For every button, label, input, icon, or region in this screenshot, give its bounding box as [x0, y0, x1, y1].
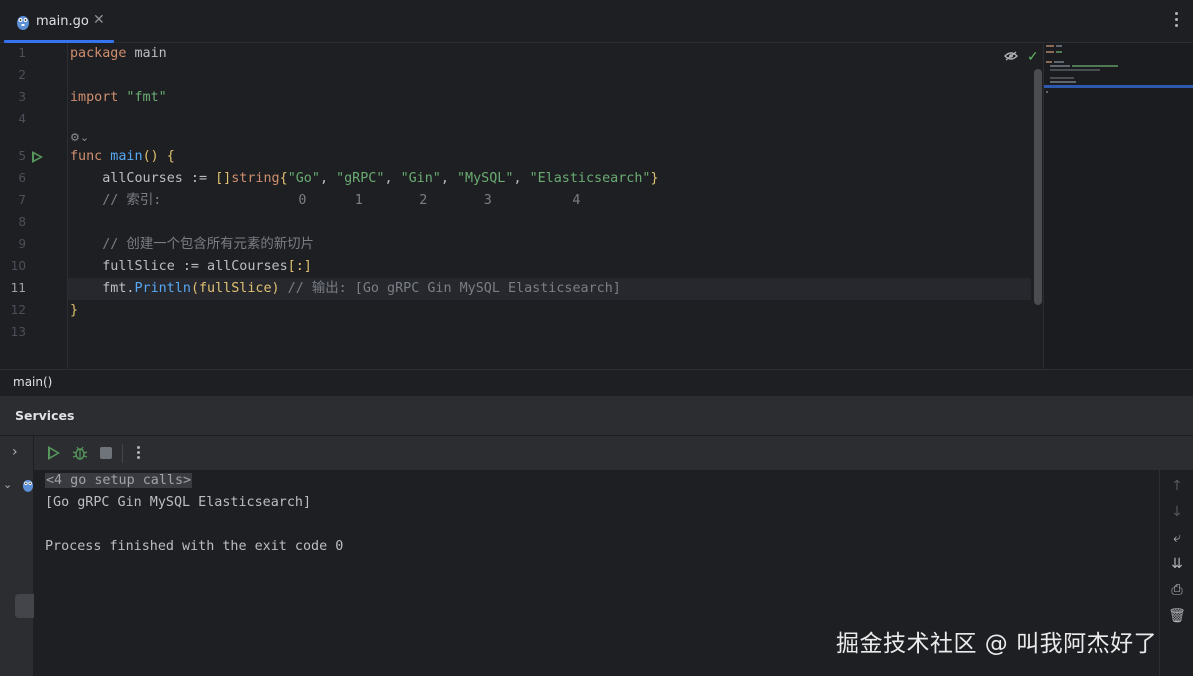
code-line: allCourses := []string{"Go", "gRPC", "Gi…	[70, 171, 659, 186]
close-icon[interactable]: ✕	[93, 12, 105, 28]
more-vertical-icon[interactable]	[1175, 12, 1179, 30]
stop-icon[interactable]	[100, 447, 112, 459]
line-number: 7	[18, 193, 26, 207]
line-number: 6	[18, 171, 26, 185]
code-line: fullSlice := allCourses[:]	[70, 259, 312, 274]
trash-icon[interactable]: 🗑	[1160, 608, 1193, 624]
scroll-to-end-icon[interactable]: ⇊	[1160, 556, 1193, 572]
tab-main-go[interactable]: main.go ✕	[4, 0, 114, 43]
services-toolbar: ›	[0, 435, 1193, 471]
services-title: Services	[15, 408, 75, 423]
arrow-up-icon[interactable]: ↑	[1160, 478, 1193, 494]
print-icon[interactable]: ⎙	[1160, 582, 1193, 598]
arrow-down-icon[interactable]: ↓	[1160, 504, 1193, 520]
line-number: 10	[10, 259, 26, 273]
line-number: 1	[18, 46, 26, 60]
console-exit-line: Process finished with the exit code 0	[45, 539, 344, 554]
code-line: package main	[70, 46, 167, 61]
vertical-scrollbar[interactable]	[1034, 69, 1042, 305]
soft-wrap-icon[interactable]: ⤶	[1160, 530, 1193, 546]
line-number: 13	[10, 325, 26, 339]
tree-selected-item[interactable]	[15, 594, 34, 618]
code-editor[interactable]: 1 2 3 4 5 6 7 8 9 10 11 12 13 ⚙⌄ package…	[0, 43, 1193, 369]
console-line[interactable]: <4 go setup calls>	[45, 470, 193, 492]
more-vertical-icon[interactable]	[137, 446, 141, 462]
breadcrumb-item-main[interactable]: main()	[13, 375, 52, 389]
chevron-down-icon[interactable]: ⌄	[3, 478, 12, 491]
minimap[interactable]	[1043, 43, 1193, 369]
console-output-line: [Go gRPC Gin MySQL Elasticsearch]	[45, 495, 312, 510]
editor-tab-bar: main.go ✕	[0, 0, 1193, 43]
line-number: 9	[18, 237, 26, 251]
services-panel-header: Services	[0, 395, 1193, 435]
code-line: }	[70, 303, 79, 318]
run-icon[interactable]	[48, 446, 60, 460]
console-side-toolbar: ↑ ↓ ⤶ ⇊ ⎙ 🗑	[1159, 470, 1193, 676]
services-tree[interactable]: ⌄	[0, 470, 34, 676]
debug-icon[interactable]	[72, 445, 88, 461]
watermark-text: 掘金技术社区 @ 叫我阿杰好了	[836, 631, 1158, 657]
line-number: 12	[10, 303, 26, 317]
divider	[122, 444, 123, 463]
breadcrumb[interactable]: main()	[0, 369, 1193, 395]
code-comment: // 索引: 0 1 2 3 4	[70, 193, 581, 208]
code-line: func main() {	[70, 149, 175, 164]
code-comment: // 创建一个包含所有元素的新切片	[70, 237, 314, 252]
gopher-icon	[17, 16, 29, 30]
line-number: 3	[18, 90, 26, 104]
line-number-current: 11	[10, 281, 26, 295]
minimap-viewport-highlight	[1044, 85, 1193, 88]
reader-mode-icon[interactable]	[1004, 51, 1018, 61]
line-number: 4	[18, 112, 26, 126]
line-number: 5	[18, 149, 26, 163]
code-area[interactable]: package main import "fmt" func main() { …	[70, 43, 1032, 369]
line-number: 8	[18, 215, 26, 229]
expand-icon[interactable]: ›	[12, 444, 18, 460]
gopher-icon	[22, 479, 34, 492]
code-line-current: fmt.Println(fullSlice) // 输出: [Go gRPC G…	[70, 281, 621, 296]
code-line: import "fmt"	[70, 90, 167, 105]
check-icon[interactable]: ✓	[1027, 49, 1039, 65]
run-gutter-icon[interactable]	[32, 151, 43, 163]
line-number: 2	[18, 68, 26, 82]
editor-gutter: 1 2 3 4 5 6 7 8 9 10 11 12 13	[0, 43, 68, 369]
tab-label: main.go	[36, 14, 89, 29]
divider	[33, 436, 34, 471]
folded-setup-calls[interactable]: <4 go setup calls>	[45, 473, 193, 488]
